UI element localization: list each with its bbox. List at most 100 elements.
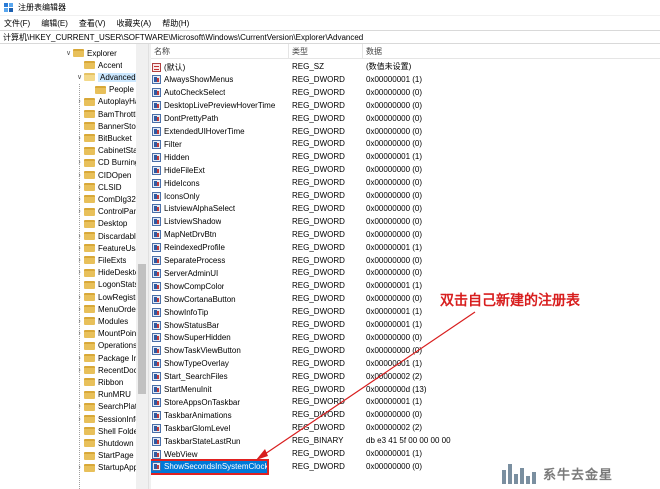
value-row[interactable]: Filter REG_DWORD 0x00000000 (0)	[151, 138, 660, 150]
tree-item[interactable]: Desktop	[75, 218, 127, 230]
value-row[interactable]: ShowStatusBar REG_DWORD 0x00000001 (1)	[151, 319, 660, 331]
value-row[interactable]: TaskbarStateLastRun REG_BINARY db e3 41 5f…	[151, 435, 660, 447]
value-name-cell[interactable]: ShowSecondsInSystemClock	[151, 458, 269, 475]
tree-item[interactable]: BamThrottl	[75, 108, 137, 120]
chevron-right-icon[interactable]: ›	[75, 206, 84, 218]
value-row[interactable]: DesktopLivePreviewHoverTime REG_DWORD 0x00…	[151, 100, 660, 112]
chevron-right-icon[interactable]: ›	[75, 132, 84, 144]
value-name-cell[interactable]: ListviewShadow	[151, 216, 291, 228]
tree-item[interactable]: People	[86, 84, 134, 96]
value-row[interactable]: AlwaysShowMenus REG_DWORD 0x00000001 (1)	[151, 74, 660, 86]
tree-item[interactable]: › FileExts	[75, 254, 126, 266]
address-bar[interactable]: 计算机\HKEY_CURRENT_USER\SOFTWARE\Microsoft…	[0, 30, 660, 44]
tree-scrollbar-thumb[interactable]	[138, 264, 146, 394]
chevron-right-icon[interactable]: ›	[75, 254, 84, 266]
menu-edit[interactable]: 编辑(E)	[41, 18, 68, 29]
menu-help[interactable]: 帮助(H)	[162, 18, 189, 29]
chevron-right-icon[interactable]: ›	[75, 364, 84, 376]
value-row[interactable]: HideFileExt REG_DWORD 0x00000000 (0)	[151, 164, 660, 176]
value-row[interactable]: (默认) REG_SZ (数值未设置)	[151, 61, 660, 73]
tree-item[interactable]: Shell Folde	[75, 425, 138, 437]
value-row[interactable]: ServerAdminUI REG_DWORD 0x00000000 (0)	[151, 267, 660, 279]
tree-item[interactable]: Shutdown	[75, 437, 134, 449]
value-name-cell[interactable]: HideIcons	[151, 177, 291, 189]
tree-item[interactable]: › RecentDoc	[75, 364, 137, 376]
tree-item[interactable]: ∨ Explorer	[64, 47, 117, 59]
tree-item[interactable]: › LowRegistr	[75, 291, 138, 303]
tree-item[interactable]: › CIDOpen	[75, 169, 131, 181]
value-name-cell[interactable]: (默认)	[151, 61, 291, 73]
value-name-cell[interactable]: ExtendedUIHoverTime	[151, 126, 291, 138]
value-name-cell[interactable]: AutoCheckSelect	[151, 87, 291, 99]
tree-item[interactable]: StartPage	[75, 450, 134, 462]
tree-item[interactable]: › Discardabl	[75, 230, 135, 242]
chevron-right-icon[interactable]: ›	[75, 303, 84, 315]
chevron-right-icon[interactable]: ›	[75, 401, 84, 413]
value-row[interactable]: Start_SearchFiles REG_DWORD 0x00000002 (2)	[151, 371, 660, 383]
menu-view[interactable]: 查看(V)	[79, 18, 106, 29]
value-name-cell[interactable]: ShowStatusBar	[151, 319, 291, 331]
chevron-right-icon[interactable]: ›	[75, 230, 84, 242]
tree-item[interactable]: › StartupApp	[75, 462, 138, 474]
tree-item[interactable]: › AutoplayHa	[75, 96, 139, 108]
chevron-right-icon[interactable]: ›	[75, 291, 84, 303]
value-name-cell[interactable]: AlwaysShowMenus	[151, 74, 291, 86]
value-name-cell[interactable]: ShowCompColor	[151, 280, 291, 292]
value-name-cell[interactable]: TaskbarAnimations	[151, 409, 291, 421]
value-row[interactable]: DontPrettyPath REG_DWORD 0x00000000 (0)	[151, 113, 660, 125]
chevron-right-icon[interactable]: ›	[75, 96, 84, 108]
value-name-cell[interactable]: WebView	[151, 448, 291, 460]
tree-item[interactable]: › SearchPlatf	[75, 401, 139, 413]
chevron-right-icon[interactable]: ›	[75, 328, 84, 340]
tree-item[interactable]: CabinetSta	[75, 145, 138, 157]
tree-item[interactable]: BannerStor	[75, 120, 138, 132]
chevron-right-icon[interactable]: ›	[75, 193, 84, 205]
value-row[interactable]: MapNetDrvBtn REG_DWORD 0x00000000 (0)	[151, 229, 660, 241]
value-name-cell[interactable]: DesktopLivePreviewHoverTime	[151, 100, 291, 112]
value-row[interactable]: Hidden REG_DWORD 0x00000001 (1)	[151, 151, 660, 163]
chevron-right-icon[interactable]: ›	[75, 267, 84, 279]
value-row[interactable]: ShowInfoTip REG_DWORD 0x00000001 (1)	[151, 306, 660, 318]
value-row[interactable]: AutoCheckSelect REG_DWORD 0x00000000 (0)	[151, 87, 660, 99]
value-name-cell[interactable]: ShowCortanaButton	[151, 293, 291, 305]
value-row[interactable]: ShowTypeOverlay REG_DWORD 0x00000001 (1)	[151, 358, 660, 370]
value-name-cell[interactable]: ReindexedProfile	[151, 242, 291, 254]
column-header-name[interactable]: 名称	[151, 44, 289, 59]
value-row[interactable]: ShowTaskViewButton REG_DWORD 0x00000000 (0…	[151, 345, 660, 357]
value-name-cell[interactable]: ListviewAlphaSelect	[151, 203, 291, 215]
tree-item[interactable]: › Modules	[75, 315, 128, 327]
value-row[interactable]: ListviewAlphaSelect REG_DWORD 0x00000000 (…	[151, 203, 660, 215]
value-row[interactable]: TaskbarGlomLevel REG_DWORD 0x00000002 (2)	[151, 422, 660, 434]
chevron-right-icon[interactable]: ›	[75, 242, 84, 254]
value-name-cell[interactable]: TaskbarStateLastRun	[151, 435, 291, 447]
value-row[interactable]: TaskbarAnimations REG_DWORD 0x00000000 (0)	[151, 409, 660, 421]
value-row[interactable]: StartMenuInit REG_DWORD 0x0000000d (13)	[151, 384, 660, 396]
tree-item[interactable]: › SessionInfo	[75, 413, 139, 425]
tree-item[interactable]: › ControlPan	[75, 206, 138, 218]
tree-item[interactable]: ∨ Advanced	[75, 71, 138, 83]
value-row[interactable]: StoreAppsOnTaskbar REG_DWORD 0x00000001 (1…	[151, 396, 660, 408]
tree-item[interactable]: › Package In	[75, 352, 138, 364]
chevron-down-icon[interactable]: ∨	[64, 47, 73, 59]
tree-item[interactable]: Operations	[75, 340, 137, 352]
tree-item[interactable]: Accent	[75, 59, 122, 71]
value-name-cell[interactable]: SeparateProcess	[151, 255, 291, 267]
value-row[interactable]: SeparateProcess REG_DWORD 0x00000000 (0)	[151, 255, 660, 267]
value-name-cell[interactable]: Hidden	[151, 151, 291, 163]
chevron-right-icon[interactable]: ›	[75, 157, 84, 169]
menu-file[interactable]: 文件(F)	[4, 18, 30, 29]
value-row[interactable]: ReindexedProfile REG_DWORD 0x00000001 (1)	[151, 242, 660, 254]
column-header-type[interactable]: 类型	[289, 44, 363, 59]
value-name-cell[interactable]: ShowInfoTip	[151, 306, 291, 318]
value-row[interactable]: HideIcons REG_DWORD 0x00000000 (0)	[151, 177, 660, 189]
tree-item[interactable]: › ComDlg32	[75, 193, 135, 205]
value-name-cell[interactable]: IconsOnly	[151, 190, 291, 202]
column-header-data[interactable]: 数据	[363, 44, 503, 59]
chevron-down-icon[interactable]: ∨	[75, 71, 84, 83]
tree-item[interactable]: LogonStats	[75, 279, 138, 291]
tree-item[interactable]: › BitBucket	[75, 132, 131, 144]
tree-item[interactable]: › HideDeskto	[75, 267, 139, 279]
value-name-cell[interactable]: Filter	[151, 138, 291, 150]
value-name-cell[interactable]: ShowTaskViewButton	[151, 345, 291, 357]
tree-item[interactable]: › CLSID	[75, 181, 121, 193]
